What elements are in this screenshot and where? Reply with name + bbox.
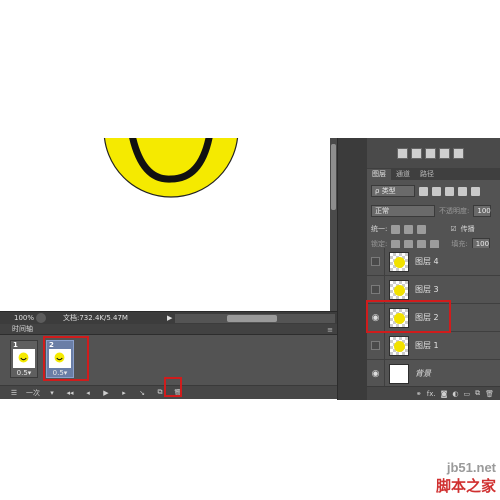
adjustment-icon[interactable] bbox=[453, 148, 464, 159]
layers-panel-tabs: 图层 通道 路径 bbox=[367, 168, 500, 180]
smiley-face-image bbox=[103, 138, 239, 198]
filter-type-label: 类型 bbox=[381, 187, 396, 195]
scroll-thumb[interactable] bbox=[227, 314, 277, 322]
adjustments-row bbox=[367, 138, 500, 168]
adjustment-icon[interactable] bbox=[439, 148, 450, 159]
unify-label: 统一: bbox=[371, 225, 388, 233]
adjustment-icon[interactable] bbox=[425, 148, 436, 159]
fx-icon[interactable]: fx. bbox=[427, 390, 436, 398]
smiley-thumbnail-icon bbox=[394, 256, 405, 268]
status-menu-arrow-icon[interactable]: ▶ bbox=[167, 314, 175, 322]
smiley-thumbnail-icon bbox=[394, 340, 405, 352]
zoom-options-icon[interactable] bbox=[36, 313, 46, 323]
watermark-name: 脚本之家 bbox=[435, 477, 496, 495]
timeline-panel: 时间轴 ≡ 1 0.5▾ 2 0.5▾ ☰ 一次 ▾ ◂◂ ◂ ▶ ▸ ↘ ⧉ … bbox=[0, 324, 337, 399]
visibility-toggle[interactable]: ◉ bbox=[367, 359, 385, 388]
search-icon: ρ bbox=[375, 187, 380, 195]
tab-channels[interactable]: 通道 bbox=[391, 169, 415, 180]
layers-panel: 图层 通道 路径 ρ 类型 正常 不透明度: 100 统一: ☑ 传播 锁定: … bbox=[367, 138, 500, 400]
unify-style-icon[interactable] bbox=[417, 224, 427, 234]
adjustment-icon[interactable] bbox=[397, 148, 408, 159]
unify-visibility-icon[interactable] bbox=[404, 224, 414, 234]
unify-position-icon[interactable] bbox=[391, 224, 401, 234]
visibility-toggle[interactable] bbox=[367, 247, 385, 276]
filter-type-select[interactable]: ρ 类型 bbox=[371, 185, 415, 197]
layer-thumbnail bbox=[389, 279, 409, 300]
layers-panel-footer: ⚭ fx. ◙ ◐ ▭ ⧉ 🗑 bbox=[367, 386, 500, 400]
highlight-layer-2 bbox=[366, 300, 451, 333]
unify-row: 统一: ☑ 传播 bbox=[367, 221, 500, 237]
loop-select[interactable]: 一次 bbox=[26, 388, 40, 398]
panel-menu-icon[interactable]: ≡ bbox=[327, 326, 333, 334]
adjustment-filter-icon[interactable] bbox=[432, 186, 441, 196]
frame-delay[interactable]: 0.5▾ bbox=[11, 369, 37, 377]
layer-name[interactable]: 背景 bbox=[415, 368, 431, 379]
document-size-info: 文档:732.4K/5.47M bbox=[63, 314, 128, 322]
document-canvas[interactable] bbox=[0, 138, 330, 311]
canvas-horizontal-scrollbar[interactable] bbox=[175, 313, 335, 323]
adjustment-icon[interactable]: ◐ bbox=[452, 390, 458, 398]
layer-thumbnail bbox=[389, 251, 409, 272]
blend-mode-select[interactable]: 正常 bbox=[371, 205, 435, 217]
layer-name[interactable]: 图层 3 bbox=[415, 284, 439, 295]
checkbox-icon[interactable]: ☑ bbox=[450, 225, 456, 233]
timeline-frame-1[interactable]: 1 0.5▾ bbox=[10, 340, 38, 378]
chevron-down-icon[interactable]: ▾ bbox=[46, 388, 58, 398]
shape-filter-icon[interactable] bbox=[458, 186, 467, 196]
frame-number: 1 bbox=[13, 341, 18, 349]
layer-thumbnail bbox=[389, 335, 409, 356]
hidden-box-icon[interactable] bbox=[371, 341, 380, 350]
filter-row: ρ 类型 bbox=[367, 183, 500, 199]
prev-frame-icon[interactable]: ◂ bbox=[82, 388, 94, 398]
dock-strip bbox=[337, 138, 367, 400]
smiley-thumbnail-icon bbox=[394, 284, 405, 296]
type-filter-icon[interactable] bbox=[445, 186, 454, 196]
hidden-box-icon[interactable] bbox=[371, 285, 380, 294]
layer-row[interactable]: 图层 1 bbox=[367, 331, 500, 360]
timeline-header: 时间轴 bbox=[0, 324, 337, 335]
new-layer-icon[interactable]: ⧉ bbox=[475, 389, 480, 398]
watermark-domain: jb51.net bbox=[446, 460, 496, 475]
tab-paths[interactable]: 路径 bbox=[415, 169, 439, 180]
tween-icon[interactable]: ↘ bbox=[136, 388, 148, 398]
blend-row: 正常 不透明度: 100 bbox=[367, 203, 500, 219]
mask-icon[interactable]: ◙ bbox=[441, 390, 448, 398]
image-filter-icon[interactable] bbox=[419, 186, 428, 196]
folder-icon[interactable]: ▭ bbox=[463, 390, 470, 398]
adjustment-icon[interactable] bbox=[411, 148, 422, 159]
frame-thumbnail bbox=[13, 349, 35, 368]
first-frame-icon[interactable]: ◂◂ bbox=[64, 388, 76, 398]
canvas-vertical-scrollbar[interactable] bbox=[330, 138, 337, 311]
layer-row[interactable]: 图层 4 bbox=[367, 247, 500, 276]
hidden-box-icon[interactable] bbox=[371, 257, 380, 266]
highlight-frame-2 bbox=[43, 336, 89, 381]
smiley-thumbnail-icon bbox=[18, 352, 29, 363]
eye-icon[interactable]: ◉ bbox=[372, 369, 380, 379]
scroll-thumb[interactable] bbox=[331, 144, 336, 210]
link-icon[interactable]: ⚭ bbox=[416, 390, 422, 398]
layer-thumbnail bbox=[389, 363, 409, 384]
opacity-label: 不透明度: bbox=[439, 207, 470, 215]
timeline-title[interactable]: 时间轴 bbox=[12, 324, 33, 334]
opacity-field[interactable]: 100 bbox=[473, 205, 492, 217]
visibility-toggle[interactable] bbox=[367, 331, 385, 360]
highlight-duplicate-button bbox=[164, 377, 182, 397]
trash-icon[interactable]: 🗑 bbox=[485, 390, 494, 398]
zoom-level[interactable]: 100% bbox=[0, 314, 34, 322]
propagate-label: 传播 bbox=[460, 225, 475, 233]
next-frame-icon[interactable]: ▸ bbox=[118, 388, 130, 398]
layer-row-background[interactable]: ◉ 背景 bbox=[367, 359, 500, 388]
tab-layers[interactable]: 图层 bbox=[367, 169, 391, 180]
watermark: jb51.net 脚本之家 bbox=[436, 460, 496, 496]
convert-icon[interactable]: ☰ bbox=[8, 388, 20, 398]
smart-object-filter-icon[interactable] bbox=[471, 186, 480, 196]
status-bar: 100% 文档:732.4K/5.47M ▶ bbox=[0, 311, 337, 324]
layer-name[interactable]: 图层 1 bbox=[415, 340, 439, 351]
play-icon[interactable]: ▶ bbox=[100, 388, 112, 398]
layer-name[interactable]: 图层 4 bbox=[415, 256, 439, 267]
